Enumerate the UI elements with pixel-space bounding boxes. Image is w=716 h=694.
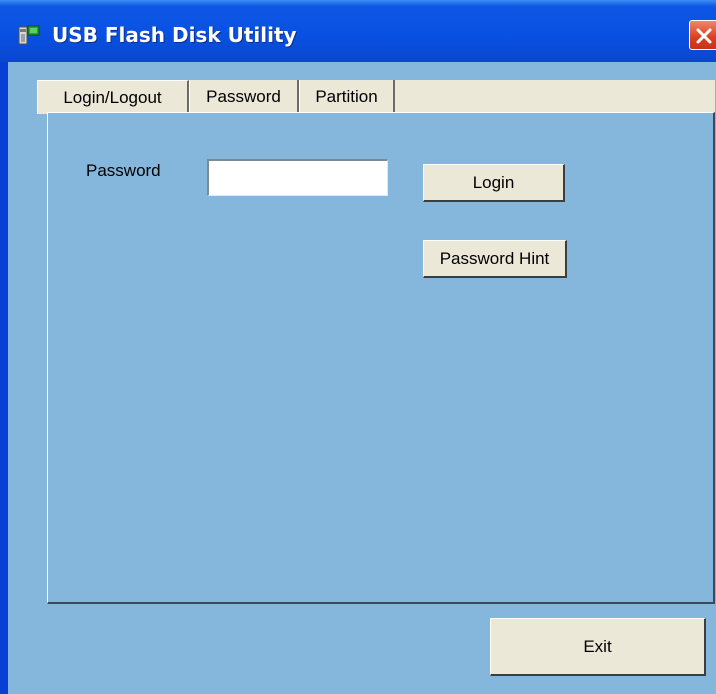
usb-disk-icon — [18, 24, 40, 46]
tab-password[interactable]: Password — [189, 80, 299, 113]
close-icon — [696, 28, 712, 44]
login-logout-panel: Password Login Password Hint — [47, 112, 715, 604]
exit-button[interactable]: Exit — [490, 618, 706, 676]
login-button[interactable]: Login — [423, 164, 565, 202]
tab-login-logout[interactable]: Login/Logout — [37, 80, 189, 114]
password-hint-button[interactable]: Password Hint — [423, 240, 567, 278]
app-window: USB Flash Disk Utility Login/Logout Pass… — [0, 0, 716, 694]
close-button[interactable] — [689, 20, 716, 50]
password-field[interactable] — [207, 159, 388, 196]
tab-partition[interactable]: Partition — [299, 80, 395, 113]
tab-strip: Login/Logout Password Partition — [37, 80, 715, 114]
window-title: USB Flash Disk Utility — [52, 23, 297, 47]
password-label: Password — [86, 161, 161, 180]
title-bar[interactable]: USB Flash Disk Utility — [0, 0, 716, 62]
